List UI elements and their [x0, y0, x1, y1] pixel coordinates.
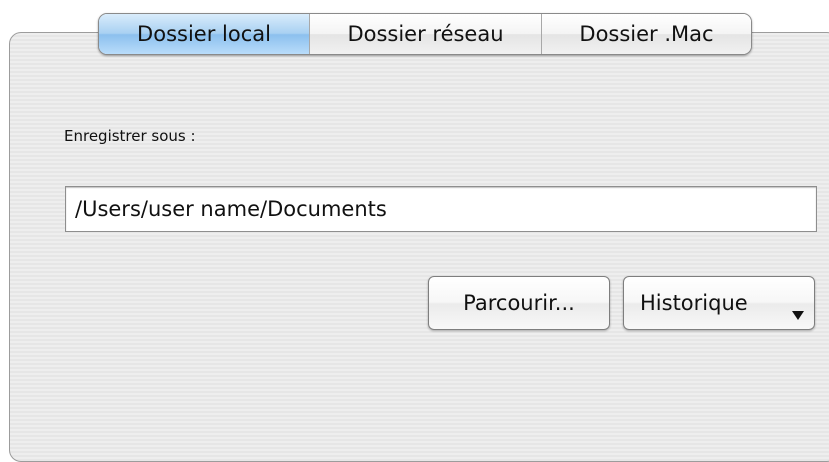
browse-button[interactable]: Parcourir...	[428, 276, 610, 330]
tab-panel	[9, 32, 829, 462]
tab-dossier-local[interactable]: Dossier local	[99, 14, 309, 54]
history-button-label: Historique	[640, 291, 748, 315]
tab-dossier-mac[interactable]: Dossier .Mac	[541, 14, 751, 54]
triangle-down-icon	[792, 311, 804, 320]
save-as-label: Enregistrer sous :	[64, 127, 196, 145]
path-input[interactable]	[65, 186, 817, 232]
tab-bar: Dossier local Dossier réseau Dossier .Ma…	[98, 13, 752, 55]
history-button[interactable]: Historique	[623, 276, 815, 330]
tab-dossier-reseau[interactable]: Dossier réseau	[309, 14, 541, 54]
